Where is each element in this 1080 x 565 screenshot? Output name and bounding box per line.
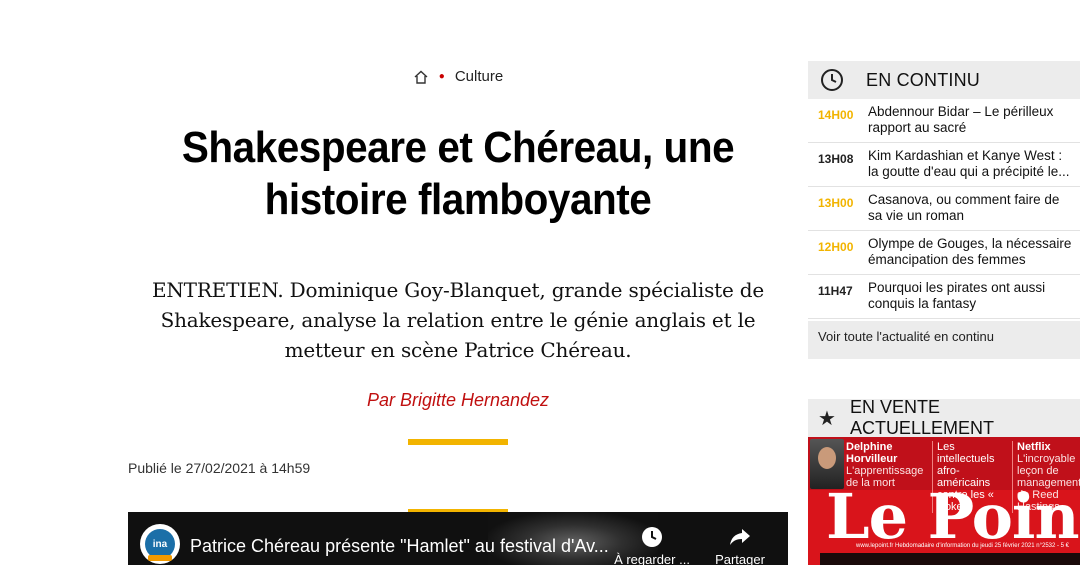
channel-logo[interactable]: ina [140, 524, 180, 564]
article-lead: ENTRETIEN. Dominique Goy-Blanquet, grand… [151, 278, 765, 362]
news-headline[interactable]: Casanova, ou comment faire de sa vie un … [868, 192, 1073, 230]
star-icon: ★ [818, 407, 836, 430]
video-player[interactable]: ina Patrice Chéreau présente "Hamlet" au… [128, 512, 788, 565]
on-sale-header: ★ EN VENTE ACTUELLEMENT [808, 397, 1080, 438]
breadcrumb-separator-icon: ● [438, 70, 445, 82]
magazine-logo: Le Point [826, 480, 1080, 553]
sidebar: EN CONTINU 14H00 Abdennour Bidar – Le pé… [808, 61, 1080, 565]
home-icon[interactable] [413, 69, 429, 85]
news-headline[interactable]: Olympe de Gouges, la nécessaire émancipa… [868, 236, 1073, 274]
clock-icon [642, 527, 662, 547]
news-time: 11H47 [818, 284, 853, 298]
on-sale-title: EN VENTE ACTUELLEMENT [849, 397, 994, 438]
news-time: 12H00 [818, 240, 854, 254]
list-item[interactable]: 13H08 Kim Kardashian et Kanye West : la … [808, 143, 1080, 187]
news-time: 13H08 [818, 152, 854, 166]
article-author: Par Brigitte Hernandez [128, 390, 788, 411]
list-item[interactable]: 11H47 Pourquoi les pirates ont aussi con… [808, 275, 1080, 319]
news-headline[interactable]: Pourquoi les pirates ont aussi conquis l… [868, 280, 1073, 318]
article-headline: Shakespeare et Chéreau, une histoire fla… [181, 123, 735, 224]
news-headline[interactable]: Abdennour Bidar – Le périlleux rapport a… [868, 104, 1073, 142]
magazine-cover[interactable]: Delphine Horvilleur L'apprentissage de l… [808, 437, 1080, 565]
author-link[interactable]: Par Brigitte Hernandez [367, 390, 549, 410]
live-news-panel: EN CONTINU 14H00 Abdennour Bidar – Le pé… [808, 61, 1080, 359]
news-time: 14H00 [818, 108, 854, 122]
live-news-list[interactable]: 14H00 Abdennour Bidar – Le périlleux rap… [808, 99, 1080, 321]
watch-later-label: À regarder ... [614, 552, 690, 565]
watch-later-button[interactable]: À regarder ... [612, 526, 692, 565]
clock-icon [821, 69, 843, 91]
share-button[interactable]: Partager [700, 526, 780, 565]
news-time: 13H00 [818, 196, 854, 210]
accent-divider [408, 439, 508, 445]
list-item[interactable]: 12H00 Olympe de Gouges, la nécessaire ém… [808, 231, 1080, 275]
publication-date: Publié le 27/02/2021 à 14h59 [128, 460, 311, 476]
cover-meta: www.lepoint.fr Hebdomadaire d'informatio… [856, 543, 1070, 549]
live-news-title: EN CONTINU [866, 69, 980, 90]
on-sale-panel: ★ EN VENTE ACTUELLEMENT Delphine Horvill… [808, 397, 1080, 565]
list-item[interactable]: 13H00 Casanova, ou comment faire de sa v… [808, 187, 1080, 231]
video-title[interactable]: Patrice Chéreau présente "Hamlet" au fes… [190, 536, 610, 557]
see-all-news-link[interactable]: Voir toute l'actualité en continu [818, 329, 994, 344]
share-label: Partager [715, 552, 765, 565]
live-news-header: EN CONTINU [808, 61, 1080, 99]
news-headline[interactable]: Kim Kardashian et Kanye West : la goutte… [868, 148, 1073, 186]
share-icon [730, 529, 750, 545]
list-item[interactable]: 14H00 Abdennour Bidar – Le périlleux rap… [808, 99, 1080, 143]
breadcrumb: ● Culture [128, 68, 788, 85]
breadcrumb-section-link[interactable]: Culture [455, 68, 503, 85]
